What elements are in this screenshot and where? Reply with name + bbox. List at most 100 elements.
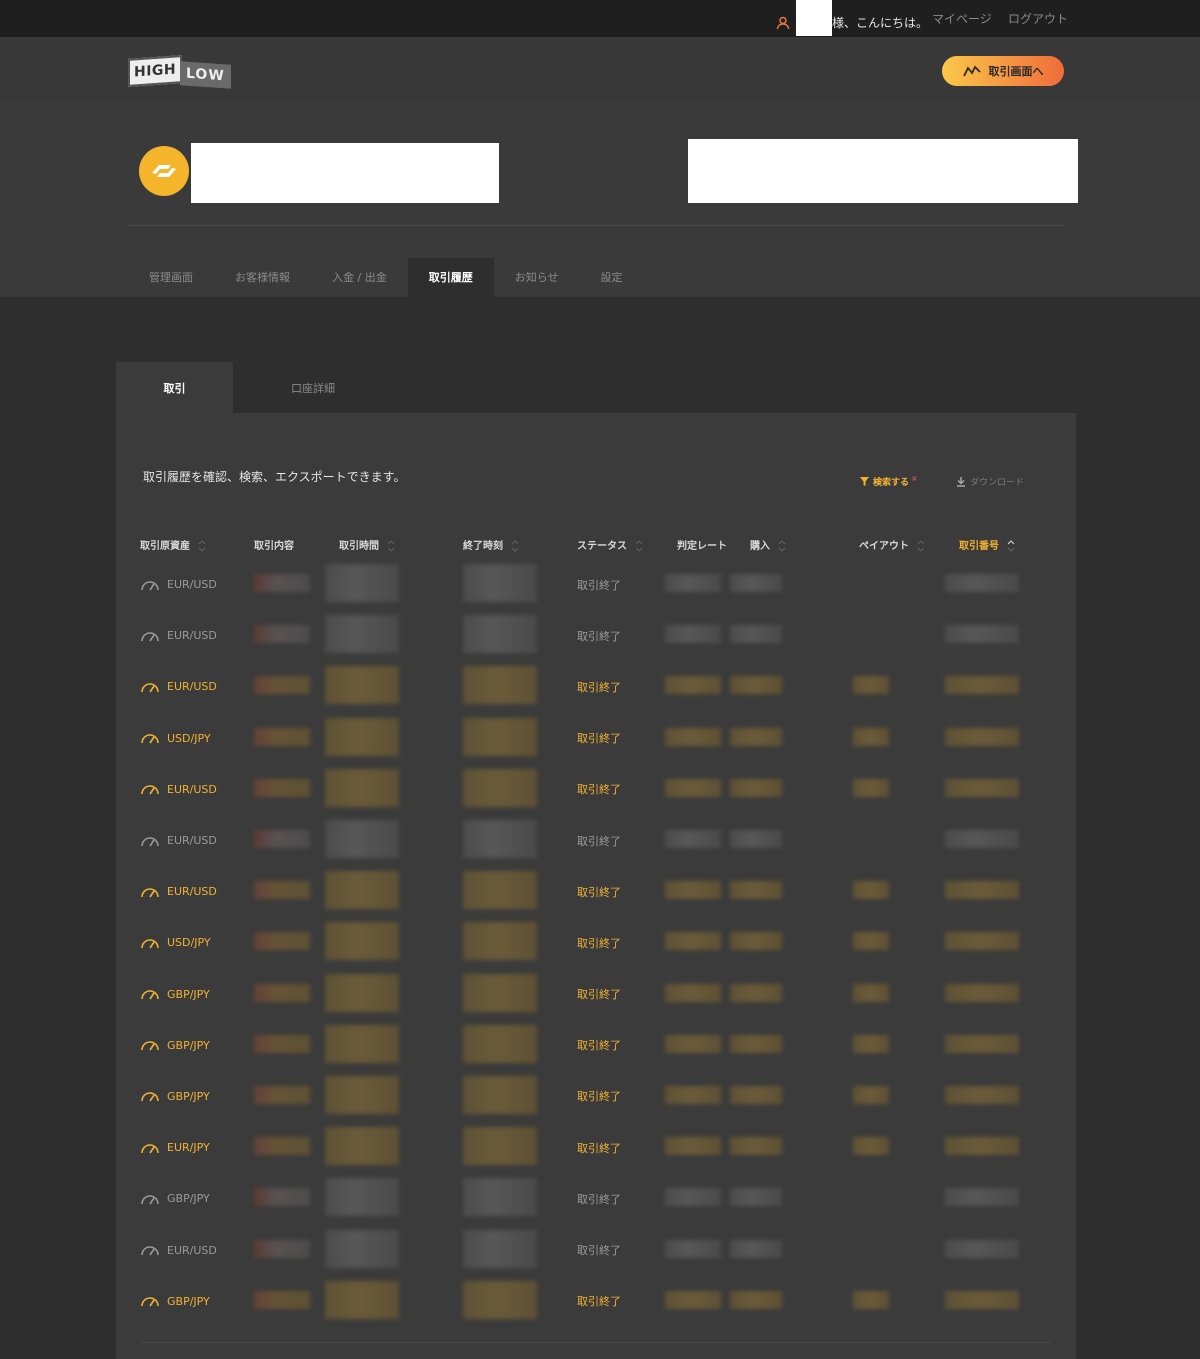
col-payout[interactable]: ペイアウト: [859, 529, 959, 559]
cell-payout: [853, 917, 959, 968]
sort-icon[interactable]: [917, 539, 925, 552]
account-avatar: [139, 146, 189, 196]
cell-trade-number: [945, 1224, 1040, 1275]
redacted-value: [463, 820, 537, 859]
cell-payout: [853, 969, 959, 1020]
asset-name: GBP/JPY: [167, 987, 210, 1001]
redacted-value: [254, 1034, 310, 1053]
trade-screen-label: 取引画面へ: [988, 65, 1044, 78]
mypage-link[interactable]: マイページ: [932, 10, 992, 27]
table-row[interactable]: EUR/USD 取引終了: [140, 764, 1040, 815]
sort-icon[interactable]: [198, 539, 206, 552]
cell-trade-time: [325, 866, 463, 917]
cell-end-time: [463, 764, 577, 815]
redacted-value: [463, 1229, 537, 1268]
subtab-trades[interactable]: 取引: [116, 362, 233, 413]
col-purchase[interactable]: 購入: [750, 529, 859, 559]
tab-customer-info[interactable]: お客様情報: [214, 258, 311, 297]
redacted-value: [853, 1034, 889, 1053]
cell-trade-time: [325, 1276, 463, 1327]
table-row[interactable]: USD/JPY 取引終了: [140, 713, 1040, 764]
cell-purchase: [730, 1071, 859, 1122]
sort-icon[interactable]: [778, 539, 786, 552]
redacted-value: [665, 1034, 721, 1053]
redacted-value: [325, 1075, 399, 1114]
gauge-icon: [141, 1246, 159, 1256]
sort-icon[interactable]: [511, 539, 519, 552]
exchange-icon: [152, 165, 176, 177]
table-row[interactable]: EUR/USD 取引終了: [140, 661, 1040, 712]
gauge-icon: [141, 580, 159, 591]
redacted-value: [730, 1085, 782, 1104]
profile-section: 管理画面 お客様情報 入金 / 出金 取引履歴 お知らせ 設定: [0, 101, 1200, 297]
redacted-value: [945, 1137, 1019, 1156]
redacted-value: [325, 1178, 399, 1217]
redacted-value: [665, 1290, 721, 1309]
highlow-logo[interactable]: HIGH LOW: [128, 55, 231, 89]
tab-deposit-withdraw[interactable]: 入金 / 出金: [311, 258, 408, 297]
table-row[interactable]: EUR/USD 取引終了: [140, 815, 1040, 866]
header: HIGH LOW 取引画面へ: [0, 37, 1200, 101]
asset-name: EUR/USD: [167, 680, 217, 694]
tab-settings[interactable]: 設定: [579, 258, 643, 297]
redacted-value: [463, 717, 537, 756]
sort-icon[interactable]: [1007, 539, 1015, 552]
cell-status: 取引終了: [577, 885, 621, 899]
logout-link[interactable]: ログアウト: [1008, 10, 1068, 27]
redacted-value: [945, 1239, 1019, 1258]
table-row[interactable]: GBP/JPY 取引終了: [140, 1276, 1040, 1327]
tab-notices[interactable]: お知らせ: [494, 258, 580, 297]
col-trade-time[interactable]: 取引時間: [339, 529, 463, 559]
redacted-value: [665, 1085, 721, 1104]
cell-trade-time: [325, 917, 463, 968]
gauge-icon: [141, 1195, 159, 1205]
redacted-value: [463, 1127, 537, 1166]
cell-purchase: [730, 866, 859, 917]
cell-end-time: [463, 815, 577, 866]
clear-search-icon[interactable]: ×: [911, 474, 918, 483]
tab-dashboard[interactable]: 管理画面: [128, 258, 214, 297]
asset-name: USD/JPY: [167, 936, 211, 950]
table-row[interactable]: EUR/USD 取引終了: [140, 866, 1040, 917]
table-row[interactable]: GBP/JPY 取引終了: [140, 969, 1040, 1020]
filter-icon: [860, 477, 869, 486]
redacted-value: [730, 1137, 782, 1156]
search-button[interactable]: 検索する ×: [860, 474, 918, 488]
redacted-value: [730, 1290, 782, 1309]
redacted-value: [730, 778, 782, 797]
redacted-value: [665, 983, 721, 1002]
table-row[interactable]: EUR/JPY 取引終了: [140, 1122, 1040, 1173]
gauge-icon: [141, 1143, 159, 1154]
redacted-value: [945, 830, 1019, 849]
table-row[interactable]: GBP/JPY 取引終了: [140, 1173, 1040, 1224]
cell-asset: GBP/JPY: [140, 1173, 254, 1224]
download-icon: [957, 476, 965, 487]
col-status[interactable]: ステータス: [577, 529, 677, 559]
sort-icon[interactable]: [635, 539, 643, 552]
col-trade-number[interactable]: 取引番号: [959, 529, 1040, 559]
redacted-value: [853, 932, 889, 951]
redacted-value: [325, 973, 399, 1012]
redacted-value: [853, 727, 889, 746]
col-end-time[interactable]: 終了時刻: [463, 529, 577, 559]
asset-name: EUR/JPY: [167, 1141, 210, 1155]
redacted-value: [945, 727, 1019, 746]
table-row[interactable]: GBP/JPY 取引終了: [140, 1020, 1040, 1071]
redacted-value: [463, 1178, 537, 1217]
download-button[interactable]: ダウンロード: [956, 475, 1024, 488]
cell-trade-number: [945, 815, 1040, 866]
redacted-value: [254, 881, 310, 900]
table-row[interactable]: EUR/USD 取引終了: [140, 559, 1040, 610]
sort-icon[interactable]: [387, 539, 395, 552]
trade-screen-button[interactable]: 取引画面へ: [942, 56, 1064, 86]
table-row[interactable]: EUR/USD 取引終了: [140, 1224, 1040, 1275]
cell-trade-number: [945, 866, 1040, 917]
subtab-account-details[interactable]: 口座詳細: [233, 362, 393, 413]
table-row[interactable]: USD/JPY 取引終了: [140, 917, 1040, 968]
table-row[interactable]: GBP/JPY 取引終了: [140, 1071, 1040, 1122]
cell-trade-number: [945, 1122, 1040, 1173]
table-row[interactable]: EUR/USD 取引終了: [140, 610, 1040, 661]
tab-trade-history[interactable]: 取引履歴: [407, 258, 494, 297]
cell-trade-time: [325, 1020, 463, 1071]
col-asset[interactable]: 取引原資産: [140, 529, 254, 559]
